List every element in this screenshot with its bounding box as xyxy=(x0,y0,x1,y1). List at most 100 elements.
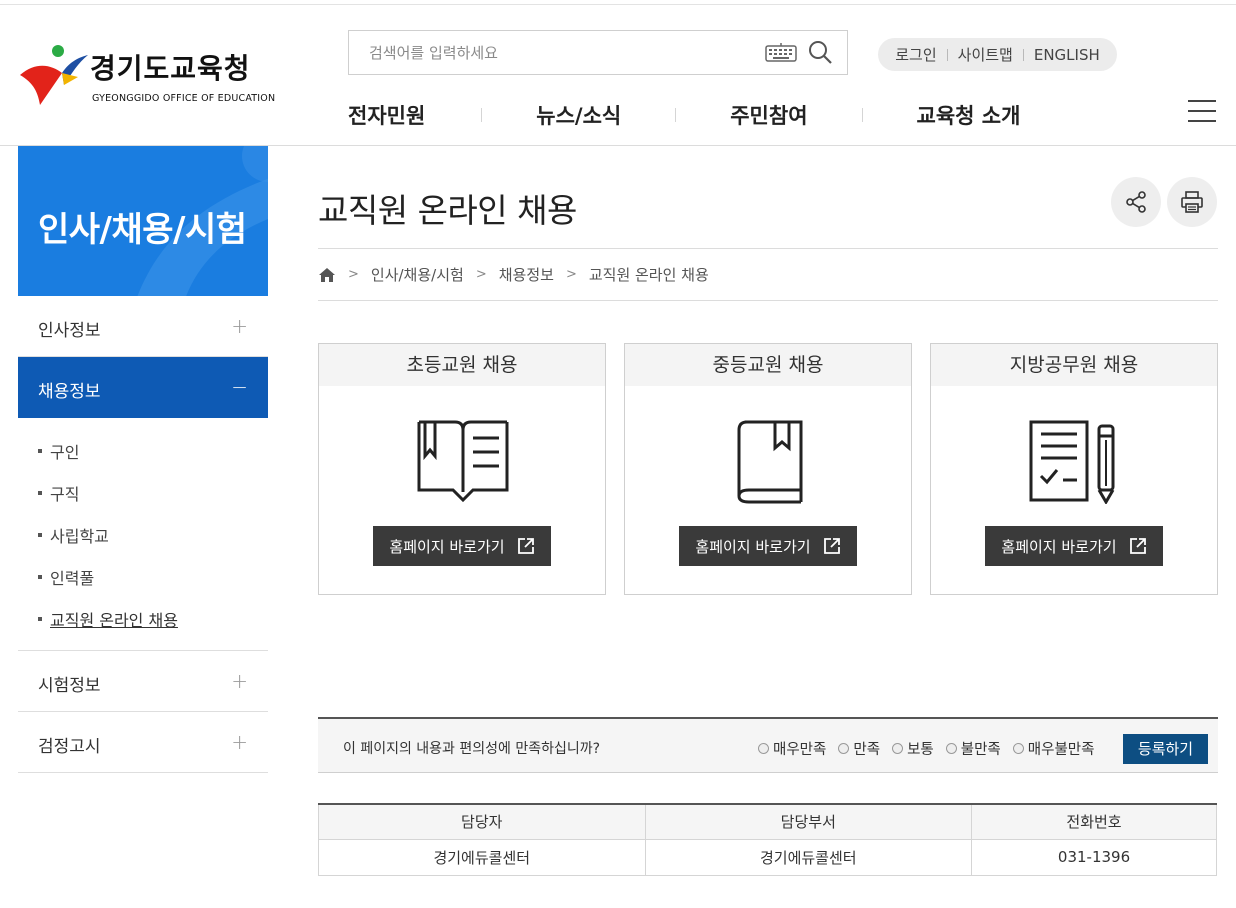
external-link-icon xyxy=(517,538,534,554)
breadcrumb-item[interactable]: 교직원 온라인 채용 xyxy=(589,264,709,285)
sidebar-item-label: 채용정보 xyxy=(38,382,101,402)
search-input[interactable] xyxy=(349,31,749,74)
util-divider xyxy=(1022,48,1024,61)
table-cell: 경기에듀콜센터 xyxy=(644,838,973,876)
submit-survey-button[interactable]: 등록하기 xyxy=(1123,734,1208,764)
submenu-item-job-search[interactable]: 구직 xyxy=(18,472,268,514)
option-label: 보통 xyxy=(907,742,934,758)
login-link[interactable]: 로그인 xyxy=(895,44,936,65)
collapse-icon: − xyxy=(231,375,248,399)
submenu-item-online-recruitment[interactable]: 교직원 온라인 채용 xyxy=(18,598,268,640)
sidebar-submenu: 구인 구직 사립학교 인력풀 교직원 온라인 채용 xyxy=(18,418,268,651)
option-label: 불만족 xyxy=(960,742,1001,758)
bullet-icon xyxy=(38,449,42,453)
main-nav: 전자민원 뉴스/소식 주민참여 교육청 소개 xyxy=(348,95,1020,135)
logo-emblem-icon xyxy=(20,45,88,105)
sidebar-title: 인사/채용/시험 xyxy=(38,210,247,250)
radio-button[interactable] xyxy=(945,743,957,754)
bullet-icon xyxy=(38,533,42,537)
card-title: 중등교원 채용 xyxy=(625,344,911,386)
site-header: 경기도교육청 GYEONGGIDO OFFICE OF EDUCATION 로그… xyxy=(0,5,1236,146)
sidebar-item-hr-info[interactable]: 인사정보 + xyxy=(18,296,268,357)
nav-item-news[interactable]: 뉴스/소식 xyxy=(536,100,621,130)
homepage-link-button[interactable]: 홈페이지 바로가기 xyxy=(373,526,551,566)
english-link[interactable]: ENGLISH xyxy=(1034,46,1100,64)
submenu-item-talent-pool[interactable]: 인력풀 xyxy=(18,556,268,598)
search-icon[interactable] xyxy=(807,39,833,65)
nav-divider xyxy=(675,108,677,122)
expand-icon: + xyxy=(231,314,248,338)
table-cell: 경기에듀콜센터 xyxy=(318,838,646,876)
homepage-link-button[interactable]: 홈페이지 바로가기 xyxy=(985,526,1163,566)
chevron-right-icon: > xyxy=(475,267,487,282)
menu-icon[interactable] xyxy=(1188,100,1216,124)
survey-option-neutral[interactable]: 보통 xyxy=(892,738,934,759)
bullet-icon xyxy=(38,491,42,495)
submenu-item-job-offer[interactable]: 구인 xyxy=(18,430,268,472)
table-header: 담당부서 xyxy=(644,803,973,840)
title-divider xyxy=(318,248,1218,249)
button-label: 홈페이지 바로가기 xyxy=(389,537,505,556)
share-button[interactable] xyxy=(1111,177,1161,227)
card-secondary-recruitment: 중등교원 채용 홈페이지 바로가기 xyxy=(624,343,912,595)
home-icon[interactable] xyxy=(318,267,336,283)
bullet-icon xyxy=(38,617,42,621)
breadcrumb-item[interactable]: 인사/채용/시험 xyxy=(371,264,464,285)
print-button[interactable] xyxy=(1167,177,1217,227)
card-title: 초등교원 채용 xyxy=(319,344,605,386)
logo-title: 경기도교육청 xyxy=(90,52,251,85)
submenu-label: 교직원 온라인 채용 xyxy=(50,611,178,630)
page-title: 교직원 온라인 채용 xyxy=(318,191,577,230)
util-divider xyxy=(946,48,948,61)
option-label: 매우불만족 xyxy=(1027,742,1095,758)
submenu-label: 구인 xyxy=(50,443,80,462)
card-civil-servant-recruitment: 지방공무원 채용 홈페이지 바로가기 xyxy=(930,343,1218,595)
sidebar-item-label: 검정고시 xyxy=(38,737,101,757)
breadcrumb-divider xyxy=(318,300,1218,301)
site-logo[interactable]: 경기도교육청 GYEONGGIDO OFFICE OF EDUCATION xyxy=(18,43,278,113)
button-label: 홈페이지 바로가기 xyxy=(1001,537,1117,556)
submenu-label: 인력풀 xyxy=(50,569,95,588)
survey-option-very-dissatisfied[interactable]: 매우불만족 xyxy=(1012,738,1095,759)
button-label: 홈페이지 바로가기 xyxy=(695,537,811,556)
search-box xyxy=(348,30,848,75)
sidebar-item-label: 인사정보 xyxy=(38,321,101,341)
card-title: 지방공무원 채용 xyxy=(931,344,1217,386)
print-icon xyxy=(1181,191,1203,213)
contact-table: 담당자 담당부서 전화번호 경기에듀콜센터 경기에듀콜센터 031-1396 xyxy=(318,803,1217,876)
radio-button[interactable] xyxy=(838,743,850,754)
submenu-item-private-school[interactable]: 사립학교 xyxy=(18,514,268,556)
sidebar-item-recruitment[interactable]: 채용정보 − xyxy=(18,357,268,418)
breadcrumb-item[interactable]: 채용정보 xyxy=(499,264,554,285)
homepage-link-button[interactable]: 홈페이지 바로가기 xyxy=(679,526,857,566)
sidebar-item-exam-info[interactable]: 시험정보 + xyxy=(18,651,268,712)
chevron-right-icon: > xyxy=(565,267,577,282)
nav-item-participation[interactable]: 주민참여 xyxy=(730,100,807,130)
closed-book-icon xyxy=(737,420,803,504)
survey-option-satisfied[interactable]: 만족 xyxy=(838,738,880,759)
nav-divider xyxy=(481,108,483,122)
survey-option-dissatisfied[interactable]: 불만족 xyxy=(945,738,1001,759)
external-link-icon xyxy=(1129,538,1146,554)
expand-icon: + xyxy=(231,730,248,754)
survey-options: 매우만족 만족 보통 불만족 매우불만족 xyxy=(758,738,1106,759)
survey-option-very-satisfied[interactable]: 매우만족 xyxy=(758,738,826,759)
submenu-label: 구직 xyxy=(50,485,80,504)
table-header: 담당자 xyxy=(318,803,646,840)
sidebar-banner: 인사/채용/시험 xyxy=(18,146,268,296)
nav-item-civil-service[interactable]: 전자민원 xyxy=(348,100,425,130)
keyboard-icon[interactable] xyxy=(765,42,797,62)
checklist-pencil-icon xyxy=(1029,420,1115,504)
sidebar-item-label: 시험정보 xyxy=(38,676,101,696)
expand-icon: + xyxy=(231,669,248,693)
option-label: 만족 xyxy=(853,742,881,758)
radio-button[interactable] xyxy=(1012,743,1024,754)
sidebar-item-qualification-exam[interactable]: 검정고시 + xyxy=(18,712,268,773)
sitemap-link[interactable]: 사이트맵 xyxy=(958,44,1013,65)
satisfaction-survey: 이 페이지의 내용과 편의성에 만족하십니까? 매우만족 만족 보통 불만족 매… xyxy=(318,717,1218,773)
radio-button[interactable] xyxy=(892,743,904,754)
breadcrumb: > 인사/채용/시험 > 채용정보 > 교직원 온라인 채용 xyxy=(318,264,709,285)
chevron-right-icon: > xyxy=(348,267,359,282)
radio-button[interactable] xyxy=(758,743,769,754)
nav-item-about[interactable]: 교육청 소개 xyxy=(917,100,1021,130)
